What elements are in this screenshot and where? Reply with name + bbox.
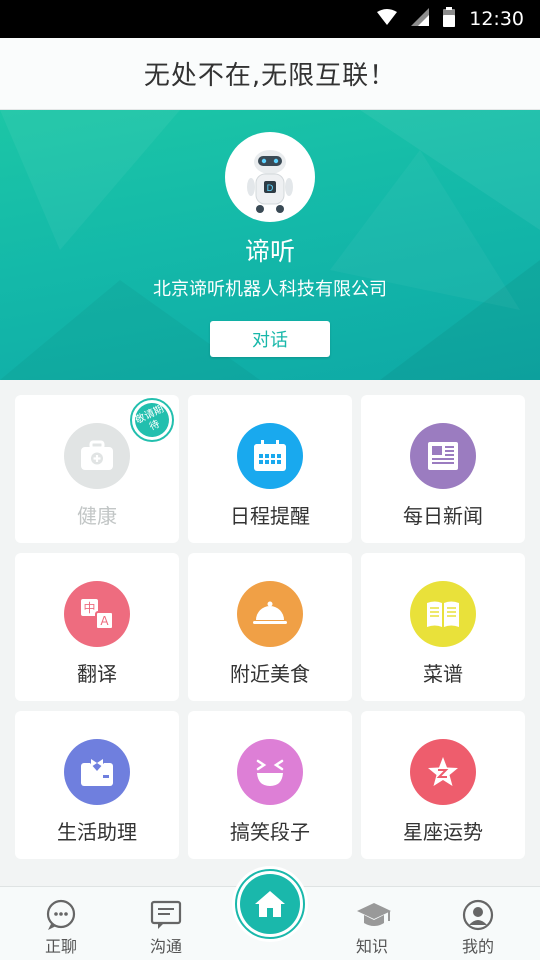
tab-label: 知识	[355, 937, 388, 956]
service-jokes[interactable]: 搞笑段子	[188, 711, 352, 859]
home-button-ring	[235, 869, 305, 939]
status-bar: 12:30	[0, 0, 540, 38]
signal-icon	[411, 8, 430, 30]
wifi-icon	[377, 9, 398, 29]
calendar-icon	[237, 423, 303, 489]
tab-label: 沟通	[149, 937, 182, 956]
service-daily-news[interactable]: 每日新闻	[361, 395, 525, 543]
open-book-icon	[410, 581, 476, 647]
latin-char-glyph: A	[100, 614, 109, 628]
service-health[interactable]: 健康 敬请期待	[15, 395, 179, 543]
service-label: 健康	[77, 504, 117, 528]
service-label: 翻译	[77, 662, 117, 686]
service-label: 生活助理	[57, 820, 137, 844]
service-label: 搞笑段子	[230, 820, 310, 844]
service-label: 菜谱	[423, 662, 463, 686]
service-label: 星座运势	[403, 820, 483, 844]
service-schedule-reminder[interactable]: 日程提醒	[188, 395, 352, 543]
tab-knowledge[interactable]: 知识	[327, 887, 417, 960]
home-button[interactable]	[232, 866, 308, 942]
page-title: 无处不在,无限互联！	[143, 61, 397, 91]
service-horoscope[interactable]: 星座运势	[361, 711, 525, 859]
laughing-face-icon	[237, 739, 303, 805]
svg-text:D: D	[267, 184, 274, 194]
butler-icon	[64, 739, 130, 805]
service-nearby-food[interactable]: 附近美食	[188, 553, 352, 701]
tab-label: 我的	[461, 937, 494, 956]
tab-chat[interactable]: 正聊	[16, 887, 106, 960]
graduation-cap-icon	[356, 899, 391, 931]
chat-bubble-icon	[45, 899, 77, 931]
message-icon	[150, 899, 182, 931]
service-label: 附近美食	[230, 662, 310, 686]
robot-profile-banner: D 谛听 北京谛听机器人科技有限公司 对话	[0, 110, 540, 380]
service-life-assistant[interactable]: 生活助理	[15, 711, 179, 859]
service-recipes[interactable]: 菜谱	[361, 553, 525, 701]
coming-soon-badge: 敬请期待	[129, 397, 175, 443]
tab-communicate[interactable]: 沟通	[121, 887, 211, 960]
status-time: 12:30	[469, 8, 524, 30]
chinese-char-glyph: 中	[83, 600, 95, 615]
robot-name: 谛听	[244, 237, 295, 266]
newspaper-icon	[410, 423, 476, 489]
app-header: 无处不在,无限互联！	[0, 38, 540, 110]
star-icon	[410, 739, 476, 805]
company-name: 北京谛听机器人科技有限公司	[153, 279, 387, 300]
services-grid: 健康 敬请期待 日程提醒 每日新闻 中 A 翻译 附近美食 菜谱 生活助理 搞笑…	[15, 395, 525, 860]
service-label: 日程提醒	[230, 504, 310, 528]
robot-avatar[interactable]: D	[225, 132, 315, 222]
medical-kit-icon	[64, 423, 130, 489]
translate-icon: 中 A	[64, 581, 130, 647]
food-cloche-icon	[237, 581, 303, 647]
service-translate[interactable]: 中 A 翻译	[15, 553, 179, 701]
battery-icon	[443, 7, 456, 31]
tab-label: 正聊	[44, 937, 77, 956]
home-icon	[240, 874, 300, 934]
service-label: 每日新闻	[403, 504, 483, 528]
talk-button[interactable]: 对话	[210, 321, 330, 357]
tab-mine[interactable]: 我的	[433, 887, 523, 960]
user-icon	[462, 899, 494, 931]
